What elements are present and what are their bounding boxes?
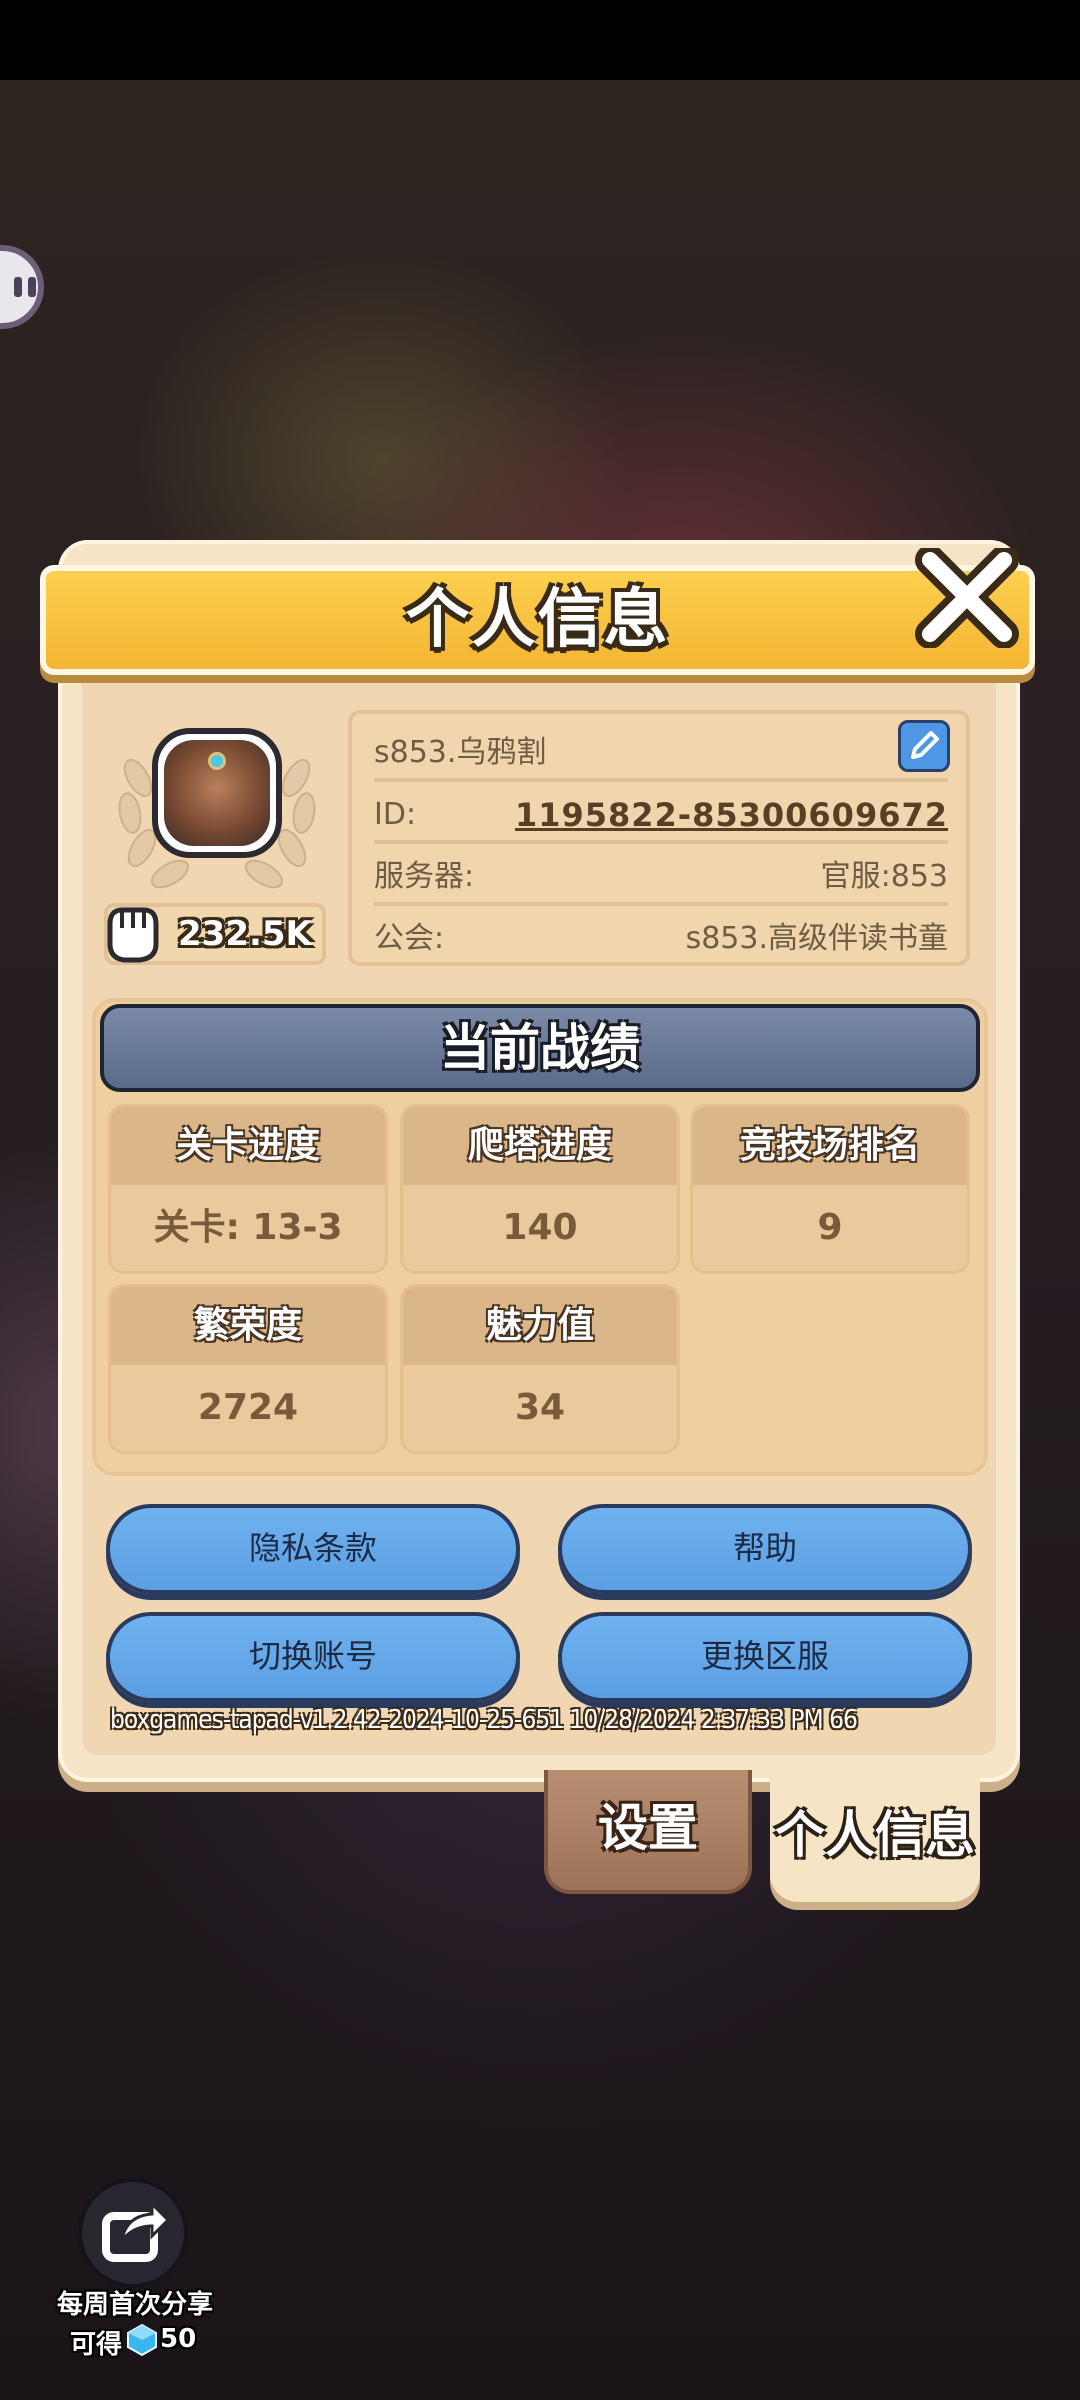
gem-icon [127,2323,157,2357]
fist-icon [107,907,159,963]
player-name-row: s853.乌鸦割 [374,724,948,782]
server-row: 服务器: 官服:853 [374,848,948,906]
close-icon [915,545,1019,649]
stat-value: 140 [502,1207,578,1248]
share-icon [102,2200,171,2262]
stat-label: 关卡进度 [111,1107,385,1185]
stat-stage-progress: 关卡进度 关卡: 13-3 [108,1104,388,1274]
guild-label: 公会: [374,921,445,956]
stat-arena-rank: 竞技场排名 9 [690,1104,970,1274]
help-button[interactable]: 帮助 [558,1504,972,1594]
privacy-button[interactable]: 隐私条款 [106,1504,520,1594]
server-value: 官服:853 [820,859,948,894]
stat-label: 爬塔进度 [403,1107,677,1185]
server-label: 服务器: [374,859,475,894]
player-id-row: ID: 1195822-85300609672 [374,786,948,844]
switch-account-button[interactable]: 切换账号 [106,1612,520,1702]
stat-value: 9 [817,1207,843,1248]
tab-profile[interactable]: 个人信息 [770,1760,980,1902]
id-value[interactable]: 1195822-85300609672 [515,786,948,844]
version-text: boxgames-tapad-v1.2.42-2024-10-25-651 10… [110,1705,858,1735]
share-promo-line1: 每周首次分享 [56,2290,213,2320]
id-label: ID: [374,797,417,832]
player-name: s853.乌鸦割 [374,735,547,770]
avatar [152,728,282,858]
guild-value: s853.高级伴读书童 [685,921,948,956]
tab-settings[interactable]: 设置 [544,1770,752,1894]
stat-tower-progress: 爬塔进度 140 [400,1104,680,1274]
stat-value: 2724 [197,1387,299,1428]
guild-row: 公会: s853.高级伴读书童 [374,910,948,968]
change-server-button[interactable]: 更换区服 [558,1612,972,1702]
stat-charm: 魅力值 34 [400,1284,680,1454]
stats-header: 当前战绩 [100,1004,980,1092]
share-button[interactable] [78,2178,188,2288]
bubble-eye-icon [14,277,22,297]
share-reward-amount: 50 [160,2324,197,2354]
bubble-eye-icon [28,277,36,297]
stat-value: 34 [514,1387,566,1428]
edit-icon [911,731,939,759]
share-promo-line2: 可得 [70,2330,123,2360]
player-info-panel: s853.乌鸦割 ID: 1195822-85300609672 服务器: 官服… [348,710,970,966]
stat-label: 竞技场排名 [693,1107,967,1185]
edit-name-button[interactable] [898,720,950,772]
stat-label: 繁荣度 [111,1287,385,1365]
stat-prosperity: 繁荣度 2724 [108,1284,388,1454]
headband-gem [208,752,226,770]
stat-value: 关卡: 13-3 [153,1207,343,1248]
status-bar [0,0,1080,80]
avatar-frame[interactable] [108,718,326,898]
close-button[interactable] [912,545,1022,649]
dialog-title: 个人信息 [405,583,670,657]
power-value: 232.5K [178,914,312,954]
stat-label: 魅力值 [403,1287,677,1365]
